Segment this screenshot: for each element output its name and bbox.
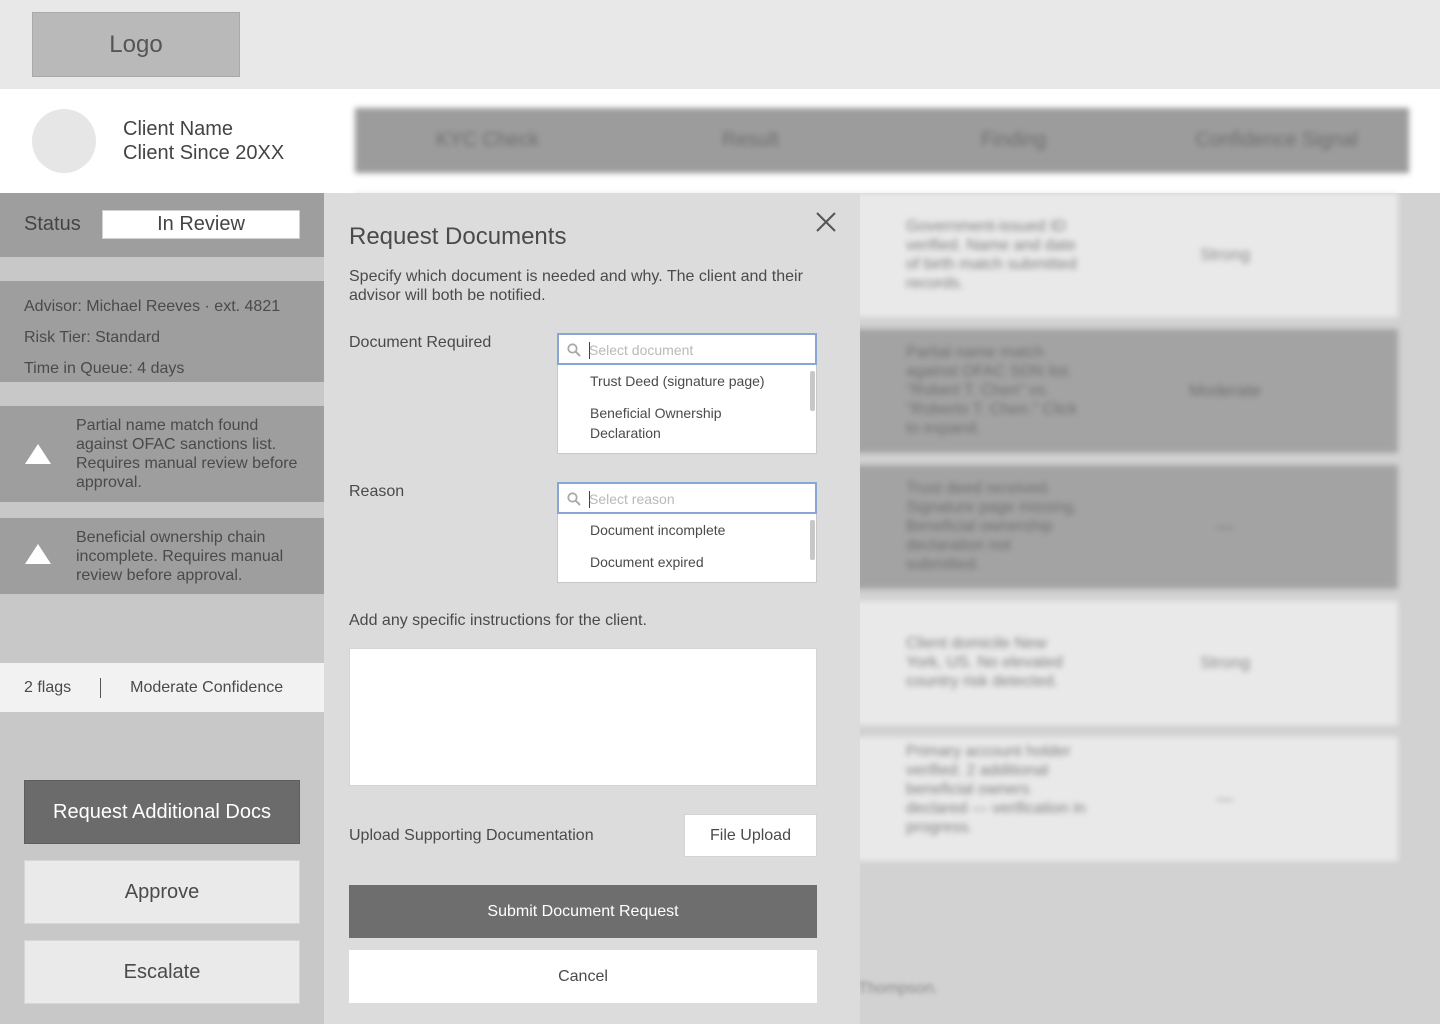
escalate-button[interactable]: Escalate bbox=[24, 940, 300, 1004]
flag-ofac: Partial name match found against OFAC sa… bbox=[0, 406, 324, 502]
warning-icon bbox=[25, 444, 51, 464]
status-label: Status bbox=[24, 213, 81, 235]
document-option[interactable]: Beneficial Ownership Declaration bbox=[558, 403, 758, 443]
column-header: Result bbox=[722, 129, 779, 151]
scrollbar[interactable] bbox=[810, 520, 815, 560]
row-signal: — bbox=[1216, 789, 1234, 808]
reason-search-input[interactable] bbox=[589, 487, 809, 511]
cancel-button[interactable]: Cancel bbox=[349, 950, 817, 1003]
document-label: Document Required bbox=[349, 334, 492, 351]
avatar bbox=[32, 109, 96, 173]
divider bbox=[100, 677, 102, 698]
upload-label: Upload Supporting Documentation bbox=[349, 827, 594, 844]
risk-tier-text: Risk Tier: Standard bbox=[24, 329, 161, 346]
status-row: Status In Review bbox=[0, 193, 324, 257]
row-finding: Government-issued ID verified. Name and … bbox=[906, 218, 1077, 292]
queue-time-text: Time in Queue: 4 days bbox=[24, 360, 185, 377]
reason-select[interactable]: Document incomplete Document expired bbox=[557, 482, 817, 583]
reason-option[interactable]: Document expired bbox=[558, 552, 816, 572]
flag-summary: 2 flags Moderate Confidence bbox=[0, 663, 324, 712]
document-search[interactable] bbox=[557, 333, 817, 365]
warning-icon bbox=[25, 544, 51, 564]
top-bar: Logo bbox=[0, 0, 1440, 89]
instructions-textarea[interactable] bbox=[349, 648, 817, 786]
row-finding: Partial name match against OFAC SDN list… bbox=[906, 344, 1078, 437]
reason-search[interactable] bbox=[557, 482, 817, 514]
instructions-label: Add any specific instructions for the cl… bbox=[349, 612, 647, 629]
row-signal: Strong bbox=[1199, 245, 1251, 264]
client-meta: Advisor: Michael Reeves · ext. 4821 Risk… bbox=[0, 281, 324, 382]
row-signal: Moderate bbox=[1189, 381, 1261, 400]
client-since: Client Since 20XX bbox=[123, 142, 285, 164]
submit-request-button[interactable]: Submit Document Request bbox=[349, 885, 817, 938]
modal-subtitle: Specify which document is needed and why… bbox=[349, 268, 803, 304]
logo[interactable]: Logo bbox=[32, 12, 240, 77]
status-badge: In Review bbox=[102, 210, 300, 239]
column-header: Confidence Signal bbox=[1195, 129, 1358, 151]
reason-label: Reason bbox=[349, 483, 405, 500]
flag-ownership: Beneficial ownership chain incomplete. R… bbox=[0, 518, 324, 594]
footer-note: Thompson. bbox=[858, 980, 939, 997]
search-icon bbox=[567, 343, 581, 357]
column-header: Finding bbox=[980, 129, 1047, 151]
row-signal: Strong bbox=[1199, 653, 1251, 672]
client-name: Client Name bbox=[123, 118, 234, 140]
row-finding: Trust deed received. Signature page miss… bbox=[906, 480, 1078, 573]
document-option[interactable]: Trust Deed (signature page) bbox=[558, 371, 816, 391]
request-documents-modal: Request Documents Specify which document… bbox=[324, 193, 860, 1024]
row-signal: — bbox=[1216, 517, 1234, 536]
close-icon[interactable] bbox=[815, 211, 837, 233]
advisor-text: Advisor: Michael Reeves · ext. 4821 bbox=[24, 298, 281, 315]
search-icon bbox=[567, 492, 581, 506]
flag-text: Partial name match found against OFAC sa… bbox=[76, 417, 298, 491]
row-finding: Client domicile New York, US. No elevate… bbox=[906, 635, 1063, 690]
table-header: KYC Check Result Finding Confidence Sign… bbox=[355, 108, 1409, 173]
scrollbar[interactable] bbox=[810, 371, 815, 411]
client-sidebar: Status In Review Advisor: Michael Reeves… bbox=[0, 193, 324, 1024]
column-header: KYC Check bbox=[435, 129, 540, 151]
row-finding: Primary account holder verified. 2 addit… bbox=[906, 743, 1086, 836]
flag-text: Beneficial ownership chain incomplete. R… bbox=[76, 529, 284, 584]
client-info: Client Name Client Since 20XX bbox=[123, 117, 284, 165]
confidence-text: Moderate Confidence bbox=[130, 678, 284, 696]
file-upload-button[interactable]: File Upload bbox=[684, 814, 817, 857]
request-docs-button[interactable]: Request Additional Docs bbox=[24, 780, 300, 844]
document-select[interactable]: Trust Deed (signature page) Beneficial O… bbox=[557, 333, 817, 454]
approve-button[interactable]: Approve bbox=[24, 860, 300, 924]
document-search-input[interactable] bbox=[589, 338, 809, 362]
reason-option[interactable]: Document incomplete bbox=[558, 520, 816, 540]
modal-title: Request Documents bbox=[349, 223, 567, 250]
flags-count: 2 flags bbox=[24, 678, 72, 696]
